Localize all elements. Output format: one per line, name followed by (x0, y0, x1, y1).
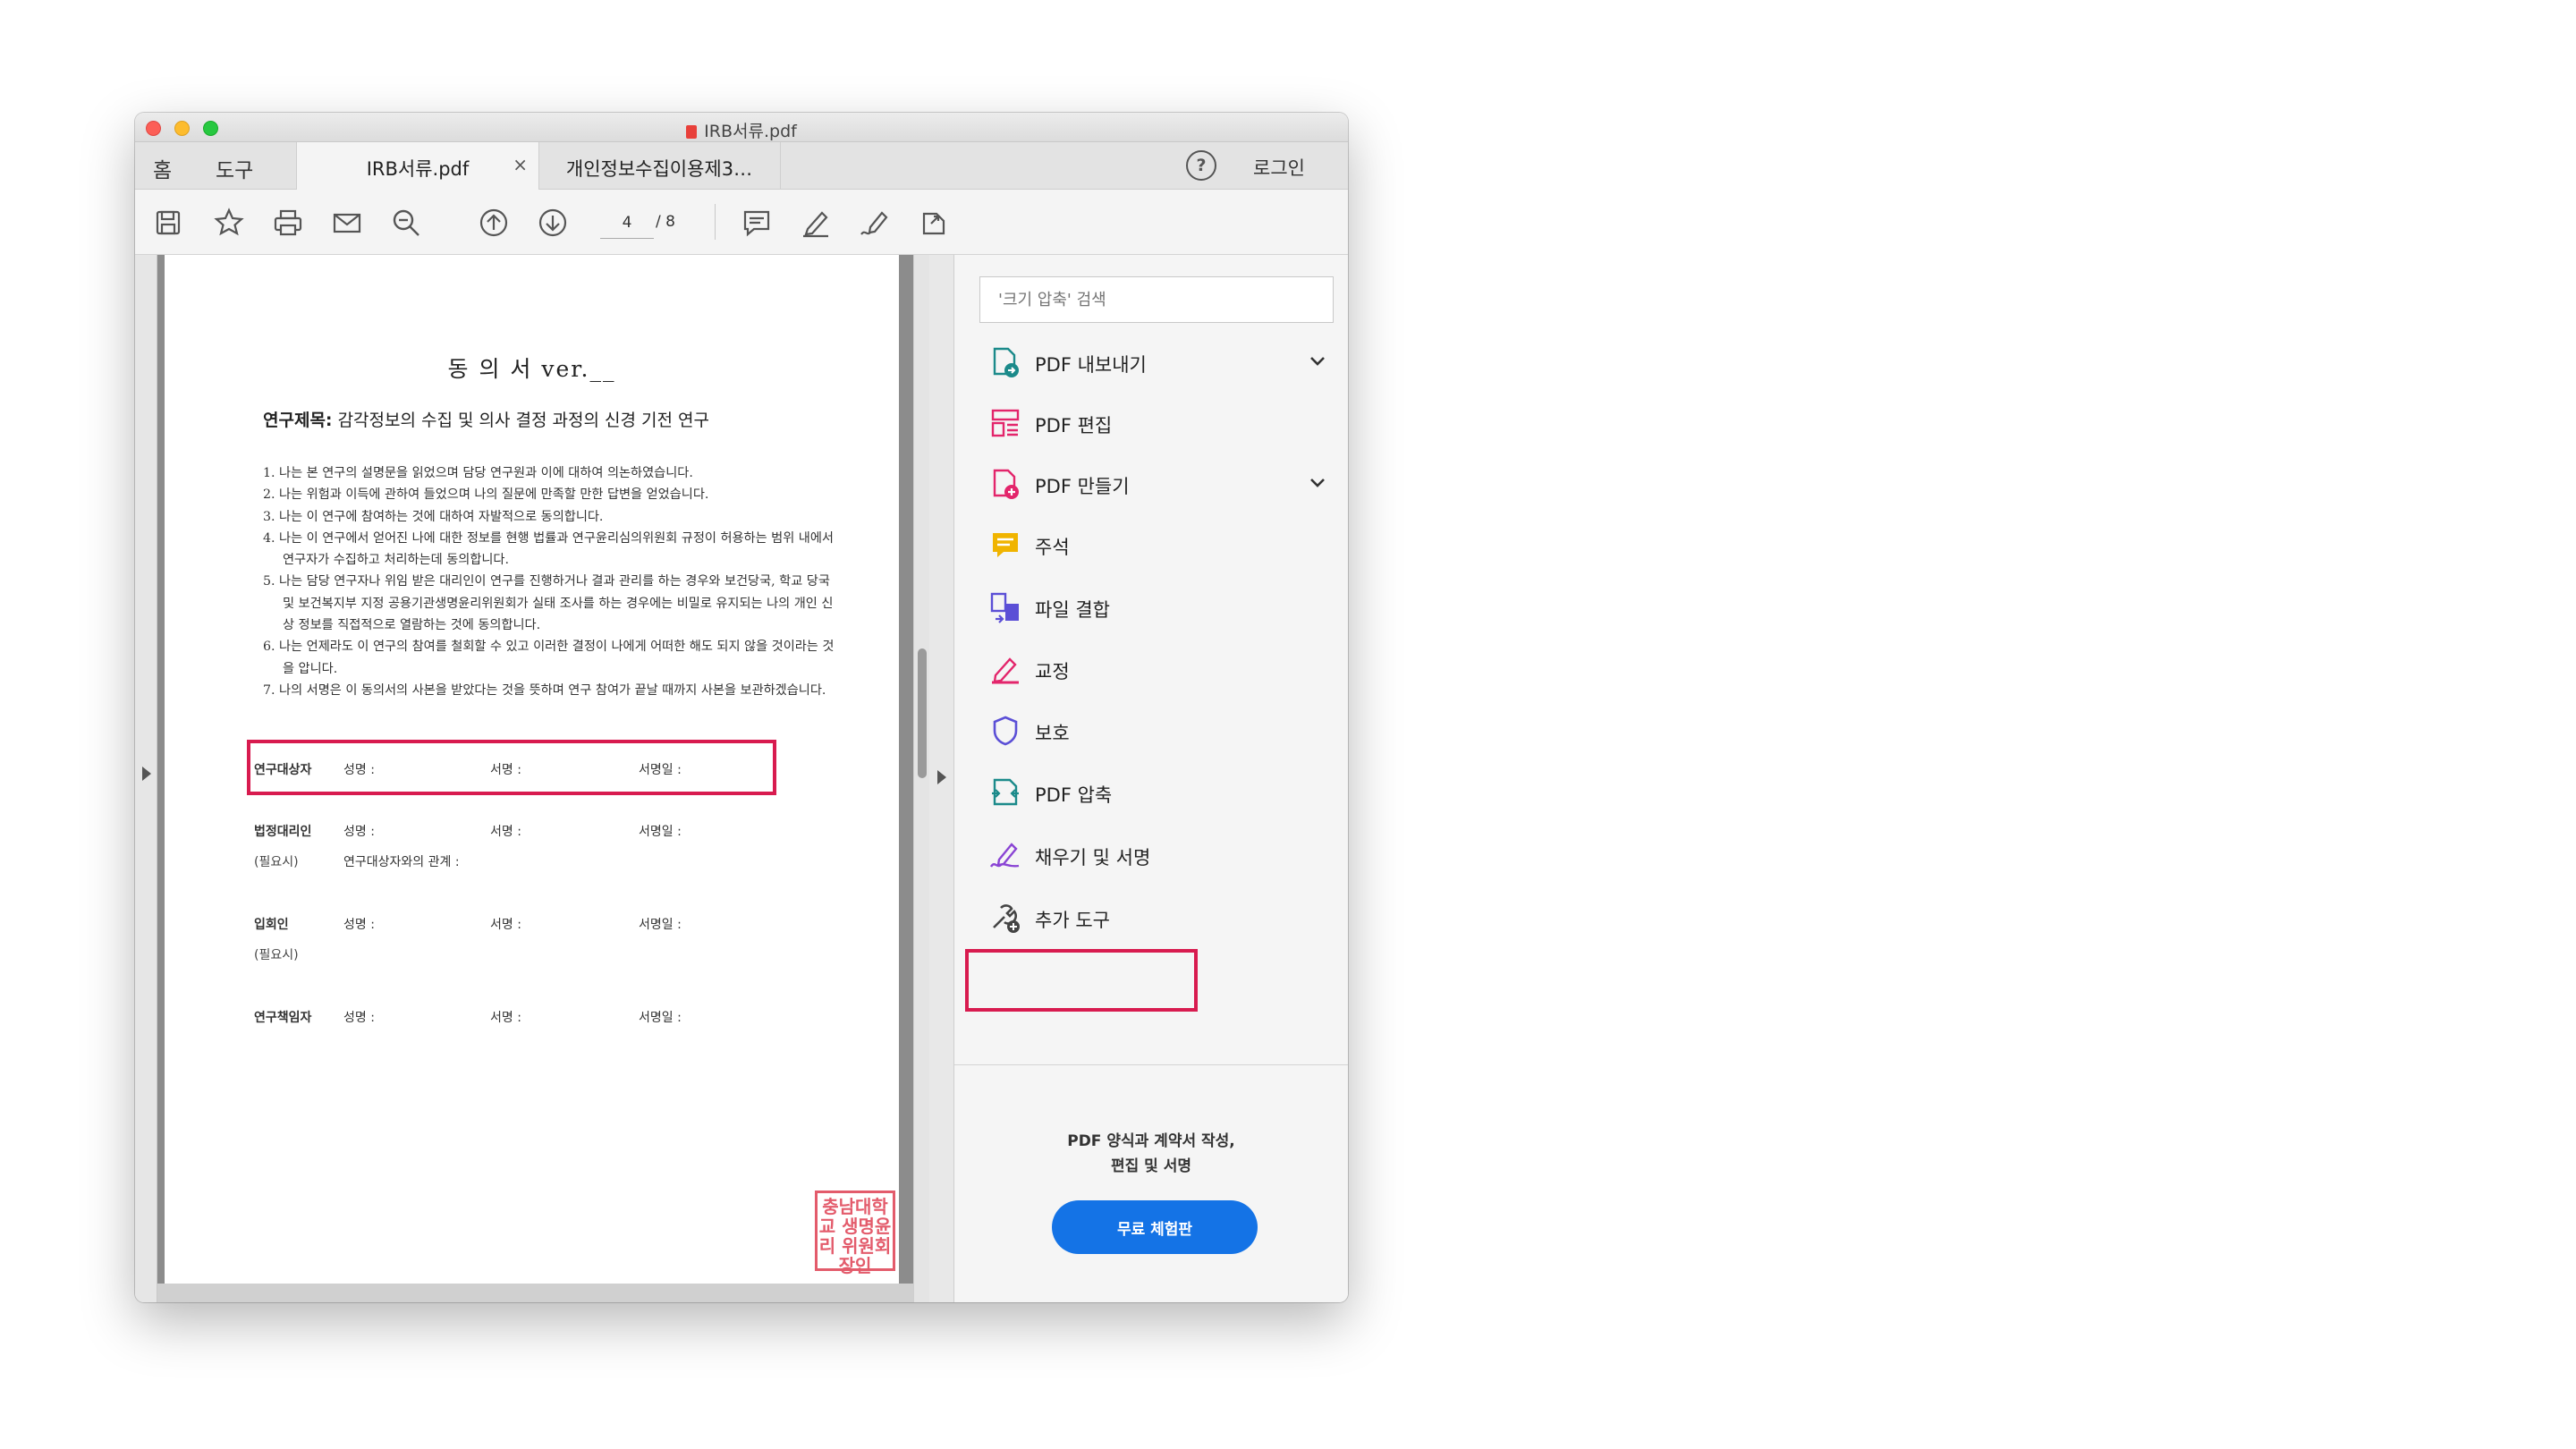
right-pane-toggle[interactable] (929, 255, 954, 1302)
tab-label: IRB서류.pdf (366, 158, 470, 180)
toolbar: / 8 (135, 190, 1348, 255)
share-tool-icon[interactable] (917, 206, 951, 240)
consent-statements: 1. 나는 본 연구의 설명문을 읽었으며 담당 연구원과 이에 대하여 의논하… (263, 462, 835, 701)
list-item: 3. 나는 이 연구에 참여하는 것에 대하여 자발적으로 동의합니다. (263, 509, 604, 524)
collapse-arrow-icon (937, 770, 946, 784)
email-icon[interactable] (330, 206, 364, 240)
zoom-out-icon[interactable] (389, 206, 423, 240)
sign-pen-icon[interactable] (858, 206, 892, 240)
list-item: 4. 나는 이 연구에서 얻어진 나에 대한 정보를 현행 법률과 연구윤리심의… (263, 530, 834, 568)
redact-icon (988, 652, 1022, 686)
page-total: / 8 (656, 213, 675, 231)
more-tools-icon (988, 901, 1022, 935)
pdf-page: 동 의 서 ver.__ 연구제목: 감각정보의 수집 및 의사 결정 과정의 … (165, 255, 899, 1284)
page-number-input[interactable] (600, 208, 654, 239)
comment-icon (988, 528, 1022, 562)
pdf-export-icon (988, 345, 1022, 379)
compress-pdf-icon (988, 775, 1022, 809)
highlight-box-subject-row (247, 740, 776, 795)
expand-arrow-icon (142, 767, 151, 781)
scrollbar-thumb[interactable] (918, 648, 927, 778)
tool-protect[interactable]: 보호 (988, 708, 1328, 753)
pdf-file-icon (686, 125, 698, 139)
official-seal-stamp: 충남대학교 생명윤리 위원회장인 (815, 1191, 895, 1275)
horizontal-scrollbar[interactable] (157, 1284, 913, 1302)
combine-files-icon (988, 590, 1022, 624)
acrobat-window: IRB서류.pdf 홈 도구 IRB서류.pdf × 개인정보수집이용제3… ?… (135, 113, 1348, 1302)
pdf-create-icon (988, 467, 1022, 501)
next-page-icon[interactable] (536, 206, 570, 240)
list-item: 2. 나는 위험과 이득에 관하여 들었으며 나의 질문에 만족할 만한 답변을… (263, 487, 709, 503)
pdf-edit-icon (988, 406, 1022, 440)
tool-create-pdf[interactable]: PDF 만들기 (988, 462, 1328, 506)
tab-label: 개인정보수집이용제3… (565, 158, 753, 180)
help-icon[interactable]: ? (1186, 150, 1216, 181)
chevron-down-icon[interactable] (1306, 349, 1329, 372)
tab-document-privacy[interactable]: 개인정보수집이용제3… (538, 142, 781, 189)
list-item: 7. 나의 서명은 이 동의서의 사본을 받았다는 것을 뜻하며 연구 참여가 … (263, 682, 826, 698)
print-icon[interactable] (271, 206, 305, 240)
promo-line-2: 편집 및 서명 (1110, 1157, 1192, 1175)
window-title: IRB서류.pdf (135, 118, 1348, 142)
title-bar: IRB서류.pdf (135, 113, 1348, 142)
tool-redact[interactable]: 교정 (988, 647, 1328, 691)
tool-comment[interactable]: 주석 (988, 522, 1328, 567)
tab-tools[interactable]: 도구 (216, 153, 253, 183)
highlight-box-fill-sign (965, 949, 1198, 1012)
comment-icon[interactable] (740, 206, 774, 240)
vertical-scrollbar[interactable] (913, 255, 930, 1302)
fill-sign-icon (988, 838, 1022, 872)
tab-bar: 홈 도구 IRB서류.pdf × 개인정보수집이용제3… ? 로그인 (135, 142, 1348, 190)
protect-icon (988, 714, 1022, 748)
tool-search-input[interactable] (979, 276, 1334, 323)
free-trial-button[interactable]: 무료 체험판 (1052, 1200, 1258, 1254)
chevron-down-icon[interactable] (1306, 470, 1329, 494)
tool-edit-pdf[interactable]: PDF 편집 (988, 401, 1328, 445)
tab-home[interactable]: 홈 (153, 153, 172, 183)
tool-more-tools[interactable]: 추가 도구 (988, 895, 1328, 940)
highlight-pen-icon[interactable] (799, 206, 833, 240)
bookmark-star-icon[interactable] (212, 206, 246, 240)
document-viewport[interactable]: 동 의 서 ver.__ 연구제목: 감각정보의 수집 및 의사 결정 과정의 … (157, 255, 953, 1302)
list-item: 6. 나는 언제라도 이 연구의 참여를 철회할 수 있고 이러한 결정이 나에… (263, 640, 835, 676)
toolbar-divider (715, 204, 716, 240)
login-button[interactable]: 로그인 (1253, 154, 1305, 181)
tab-document-irb[interactable]: IRB서류.pdf × (296, 142, 539, 190)
previous-page-icon[interactable] (477, 206, 511, 240)
panel-divider (954, 1064, 1348, 1065)
research-title: 연구제목: 감각정보의 수집 및 의사 결정 과정의 신경 기전 연구 (263, 411, 709, 430)
promo-line-1: PDF 양식과 계약서 작성, (1067, 1132, 1235, 1150)
tool-fill-and-sign[interactable]: 채우기 및 서명 (988, 833, 1328, 877)
consent-title: 동 의 서 ver.__ (447, 356, 616, 382)
tool-compress-pdf[interactable]: PDF 압축 (988, 770, 1328, 815)
tool-export-pdf[interactable]: PDF 내보내기 (988, 340, 1328, 385)
close-tab-icon[interactable]: × (513, 154, 528, 175)
tool-combine-files[interactable]: 파일 결합 (988, 585, 1328, 630)
left-pane-toggle[interactable] (135, 255, 157, 1302)
list-item: 1. 나는 본 연구의 설명문을 읽었으며 담당 연구원과 이에 대하여 의논하… (263, 466, 693, 480)
save-icon[interactable] (151, 206, 185, 240)
list-item: 5. 나는 담당 연구자나 위임 받은 대리인이 연구를 진행하거나 결과 관리… (263, 574, 834, 633)
tools-pane: PDF 내보내기 PDF 편집 PDF 만들기 주석 파일 결합 교정 보호 (954, 255, 1348, 1302)
